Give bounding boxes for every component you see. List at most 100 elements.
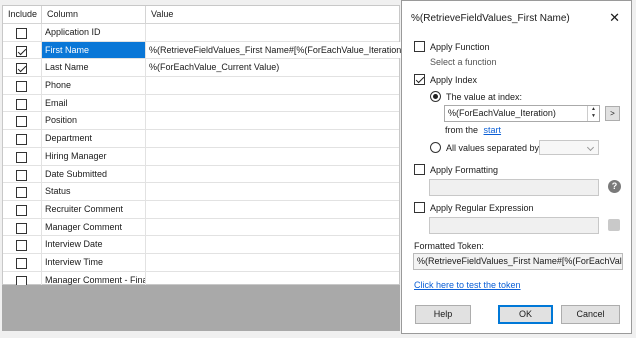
- apply-index-option[interactable]: Apply Index: [414, 74, 477, 85]
- table-row[interactable]: Application ID: [3, 24, 399, 42]
- value-cell[interactable]: [146, 148, 401, 165]
- start-link[interactable]: start: [484, 125, 502, 135]
- header-value[interactable]: Value: [146, 6, 401, 23]
- value-cell[interactable]: [146, 183, 401, 200]
- value-cell[interactable]: [146, 112, 401, 129]
- header-include[interactable]: Include: [3, 6, 42, 23]
- header-column[interactable]: Column: [42, 6, 146, 23]
- apply-index-checkbox[interactable]: [414, 74, 425, 85]
- include-cell: [3, 165, 42, 183]
- value-cell[interactable]: [146, 219, 401, 236]
- value-at-index-radio[interactable]: [430, 91, 441, 102]
- index-more-button[interactable]: >: [605, 106, 620, 121]
- include-cell: [3, 94, 42, 112]
- include-checkbox[interactable]: [16, 116, 27, 128]
- table-row[interactable]: Position: [3, 112, 401, 131]
- column-cell[interactable]: Manager Comment: [42, 218, 146, 236]
- column-cell[interactable]: Status: [42, 183, 146, 200]
- include-cell: [3, 236, 42, 253]
- index-input[interactable]: %(ForEachValue_Iteration) ▲ ▼: [444, 105, 600, 122]
- value-cell[interactable]: [146, 24, 401, 41]
- table-row[interactable]: Recruiter Comment: [3, 200, 401, 219]
- value-at-index-label: The value at index:: [446, 91, 523, 102]
- column-cell[interactable]: Hiring Manager: [42, 147, 146, 165]
- help-button[interactable]: Help: [415, 305, 471, 324]
- column-cell[interactable]: Application ID: [42, 24, 146, 41]
- value-cell[interactable]: [146, 254, 401, 271]
- include-checkbox[interactable]: [16, 222, 27, 234]
- table-row[interactable]: Hiring Manager: [3, 147, 401, 166]
- include-cell: [3, 200, 42, 218]
- include-checkbox[interactable]: [16, 204, 27, 216]
- include-checkbox[interactable]: [16, 151, 27, 163]
- column-cell[interactable]: Last Name: [42, 59, 146, 77]
- include-checkbox[interactable]: [16, 45, 27, 57]
- table-row[interactable]: Interview Date: [3, 236, 399, 254]
- value-cell[interactable]: [146, 77, 401, 94]
- column-cell[interactable]: Position: [42, 112, 146, 130]
- value-cell[interactable]: [146, 236, 401, 253]
- column-cell[interactable]: Department: [42, 130, 146, 147]
- table-row[interactable]: Interview Time: [3, 253, 401, 272]
- table-row[interactable]: Status: [3, 183, 399, 201]
- include-checkbox[interactable]: [16, 98, 27, 110]
- formatted-token-field[interactable]: %(RetrieveFieldValues_First Name#[%(ForE…: [413, 253, 623, 270]
- formatted-token-value: %(RetrieveFieldValues_First Name#[%(ForE…: [417, 256, 623, 266]
- apply-formatting-option[interactable]: Apply Formatting: [414, 164, 498, 175]
- column-cell[interactable]: Recruiter Comment: [42, 200, 146, 218]
- grid-rows: Application ID First Name %(RetrieveFieldV…: [3, 24, 401, 290]
- help-icon[interactable]: ?: [608, 180, 621, 193]
- index-input-value: %(ForEachValue_Iteration): [448, 108, 556, 118]
- apply-formatting-checkbox[interactable]: [414, 164, 425, 175]
- apply-function-checkbox[interactable]: [414, 41, 425, 52]
- cancel-button[interactable]: Cancel: [561, 305, 620, 324]
- test-token-link[interactable]: Click here to test the token: [414, 280, 521, 290]
- value-cell[interactable]: %(ForEachValue_Current Value): [146, 59, 401, 76]
- value-cell[interactable]: %(RetrieveFieldValues_First Name#[%(ForE…: [146, 41, 401, 59]
- index-spinner[interactable]: ▲ ▼: [587, 106, 599, 121]
- table-row[interactable]: Manager Comment: [3, 218, 401, 237]
- table-row[interactable]: Last Name %(ForEachValue_Current Value): [3, 59, 401, 78]
- include-checkbox[interactable]: [16, 134, 27, 146]
- include-checkbox[interactable]: [16, 81, 27, 93]
- all-values-radio[interactable]: [430, 142, 441, 153]
- table-row[interactable]: First Name %(RetrieveFieldValues_First Na…: [3, 41, 401, 60]
- include-checkbox[interactable]: [16, 169, 27, 181]
- column-cell[interactable]: Phone: [42, 77, 146, 94]
- include-checkbox[interactable]: [16, 63, 27, 75]
- column-cell[interactable]: Email: [42, 94, 146, 112]
- ok-button[interactable]: OK: [498, 305, 553, 324]
- value-cell[interactable]: [146, 166, 401, 183]
- include-checkbox[interactable]: [16, 28, 27, 39]
- value-cell[interactable]: [146, 201, 401, 218]
- table-row[interactable]: Email: [3, 94, 401, 113]
- column-cell[interactable]: Date Submitted: [42, 165, 146, 183]
- include-cell: [3, 147, 42, 165]
- apply-regex-checkbox[interactable]: [414, 202, 425, 213]
- apply-function-option[interactable]: Apply Function: [414, 41, 490, 52]
- token-dialog: %(RetrieveFieldValues_First Name) ✕ Appl…: [401, 0, 632, 334]
- include-checkbox[interactable]: [16, 240, 27, 252]
- column-cell[interactable]: Interview Date: [42, 236, 146, 253]
- formatting-input[interactable]: [429, 179, 599, 196]
- value-cell[interactable]: [146, 130, 401, 147]
- apply-regex-option[interactable]: Apply Regular Expression: [414, 202, 534, 213]
- table-row[interactable]: Department: [3, 130, 399, 148]
- separator-dropdown[interactable]: [539, 140, 599, 155]
- value-cell[interactable]: [146, 95, 401, 112]
- table-row[interactable]: Phone: [3, 77, 399, 95]
- include-checkbox[interactable]: [16, 257, 27, 269]
- regex-builder-icon[interactable]: [608, 219, 620, 231]
- include-checkbox[interactable]: [16, 187, 27, 199]
- include-cell: [3, 24, 42, 41]
- select-function-hint: Select a function: [430, 57, 497, 67]
- all-values-option[interactable]: All values separated by:: [430, 142, 542, 153]
- apply-formatting-label: Apply Formatting: [430, 164, 499, 175]
- table-row[interactable]: Date Submitted: [3, 165, 401, 184]
- value-at-index-option[interactable]: The value at index:: [430, 91, 522, 102]
- column-cell[interactable]: Interview Time: [42, 253, 146, 271]
- close-icon[interactable]: ✕: [609, 10, 620, 26]
- regex-input[interactable]: [429, 217, 599, 234]
- include-cell: [3, 77, 42, 94]
- column-cell[interactable]: First Name: [42, 41, 146, 59]
